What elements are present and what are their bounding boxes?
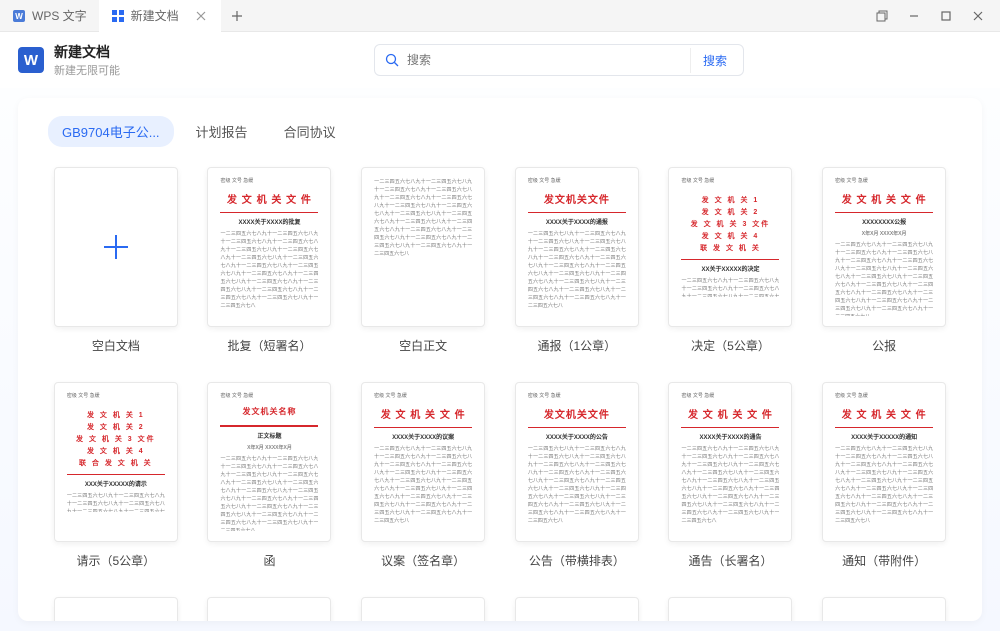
- add-tab-button[interactable]: [221, 10, 253, 22]
- template-jueding[interactable]: 密级 文号 急缓 发 文 机 关 1 发 文 机 关 2 发 文 机 关 3 文…: [663, 167, 799, 354]
- titlebar: W WPS 文字 新建文档: [0, 0, 1000, 32]
- search-container: 搜索: [136, 44, 982, 76]
- template-partial-2[interactable]: [202, 597, 338, 621]
- header: W 新建文档 新建无限可能 搜索: [0, 32, 1000, 88]
- template-label: 函: [263, 552, 275, 569]
- template-gonggao[interactable]: 密级 文号 急缓 发文机关文件 XXXX关于XXXX的公告 一二三四五六七八九十…: [509, 382, 645, 569]
- category-tab-plan-report[interactable]: 计划报告: [182, 116, 262, 147]
- close-window-icon[interactable]: [964, 2, 992, 30]
- template-label: 请示（5公章）: [76, 552, 155, 569]
- page-subtitle: 新建无限可能: [54, 62, 120, 78]
- template-tonggao[interactable]: 密级 文号 急缓 发 文 机 关 文 件 XXXX关于XXXX的通告 一二三四五…: [663, 382, 799, 569]
- grid-icon: [111, 9, 125, 23]
- category-tab-contract[interactable]: 合同协议: [270, 116, 350, 147]
- category-tab-gb9704[interactable]: GB9704电子公...: [48, 116, 174, 147]
- app-icon: W: [12, 9, 26, 23]
- svg-text:W: W: [15, 12, 23, 21]
- minimize-icon[interactable]: [900, 2, 928, 30]
- template-label: 空白正文: [399, 337, 447, 354]
- template-label: 空白文档: [92, 337, 140, 354]
- multi-window-icon[interactable]: [868, 2, 896, 30]
- brand-icon: W: [18, 47, 44, 73]
- template-partial-5[interactable]: [663, 597, 799, 621]
- template-partial-6[interactable]: [816, 597, 952, 621]
- template-partial-4[interactable]: [509, 597, 645, 621]
- plus-icon: [67, 178, 165, 316]
- template-han[interactable]: 密级 文号 急缓 发文机关名称 正文标题 X年X月 XXXX年X月 一二三四五六…: [202, 382, 338, 569]
- template-label: 公告（带横排表）: [529, 552, 625, 569]
- template-label: 批复（短署名）: [227, 337, 311, 354]
- template-tongzhi[interactable]: 密级 文号 急缓 发 文 机 关 文 件 XXXX关于XXXXX的通知 一二三四…: [816, 382, 952, 569]
- template-label: 议案（签名章）: [381, 552, 465, 569]
- template-tongbao[interactable]: 密级 文号 急缓 发文机关文件 XXXX关于XXXX的通报 一二三四五六七八九十…: [509, 167, 645, 354]
- search-box[interactable]: 搜索: [374, 44, 744, 76]
- template-label: 通知（带附件）: [842, 552, 926, 569]
- close-icon[interactable]: [193, 8, 209, 24]
- template-label: 公报: [872, 337, 896, 354]
- template-grid: 空白文档 密级 文号 急缓 发 文 机 关 文 件 XXXX关于XXXX的批复 …: [48, 167, 952, 621]
- template-qingshi[interactable]: 密级 文号 急缓 发 文 机 关 1 发 文 机 关 2 发 文 机 关 3 文…: [48, 382, 184, 569]
- panel: GB9704电子公... 计划报告 合同协议 空白文档 密级 文号 急缓 发 文…: [18, 98, 982, 621]
- template-partial-1[interactable]: [48, 597, 184, 621]
- template-yian[interactable]: 密级 文号 急缓 发 文 机 关 文 件 XXXX关于XXXX的议案 一二三四五…: [355, 382, 491, 569]
- category-tabs: GB9704电子公... 计划报告 合同协议: [48, 116, 952, 147]
- template-label: 通报（1公章）: [537, 337, 616, 354]
- template-gongbao[interactable]: 密级 文号 急缓 发 文 机 关 文 件 XXXXXXXX公报 X年X月 XXX…: [816, 167, 952, 354]
- maximize-icon[interactable]: [932, 2, 960, 30]
- template-partial-3[interactable]: [355, 597, 491, 621]
- tab-wps-text[interactable]: W WPS 文字: [0, 0, 99, 32]
- template-label: 决定（5公章）: [691, 337, 770, 354]
- tab-label: WPS 文字: [32, 7, 87, 24]
- search-icon: [385, 53, 399, 67]
- template-label: 通告（长署名）: [688, 552, 772, 569]
- content-area: GB9704电子公... 计划报告 合同协议 空白文档 密级 文号 急缓 发 文…: [0, 88, 1000, 631]
- template-blank-document[interactable]: 空白文档: [48, 167, 184, 354]
- window-buttons: [868, 2, 1000, 30]
- template-pifu[interactable]: 密级 文号 急缓 发 文 机 关 文 件 XXXX关于XXXX的批复 一二三四五…: [202, 167, 338, 354]
- brand: W 新建文档 新建无限可能: [18, 42, 120, 78]
- search-button[interactable]: 搜索: [690, 48, 739, 73]
- template-blank-body[interactable]: 一二三四五六七八九十一二三四五六七八九十一二三四五六七八九十一二三四五六七八九十…: [355, 167, 491, 354]
- page-title: 新建文档: [54, 42, 120, 62]
- tab-label: 新建文档: [131, 7, 179, 24]
- search-input[interactable]: [399, 53, 690, 67]
- tab-new-document[interactable]: 新建文档: [99, 0, 221, 32]
